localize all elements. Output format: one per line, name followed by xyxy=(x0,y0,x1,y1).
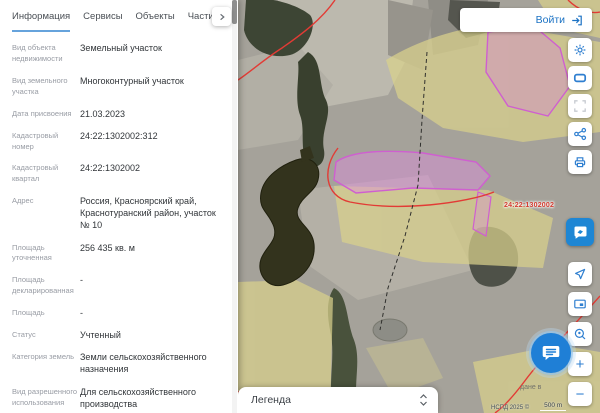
attribute-row: Статус Учтенный xyxy=(12,329,224,341)
chevron-right-icon xyxy=(219,13,225,20)
tab-scroll-right-button[interactable] xyxy=(212,7,231,26)
attribute-label: Вид разрешенного использования xyxy=(12,386,78,407)
find-parcel-button[interactable] xyxy=(568,322,592,346)
attribute-value: 24:22:1302002 xyxy=(80,163,141,174)
attribute-row: Вид разрешенного использования Для сельск… xyxy=(12,386,224,410)
legend-title: Легенда xyxy=(251,394,291,406)
attribute-row: Вид объекта недвижимости Земельный участо… xyxy=(12,42,224,65)
attribute-label: Вид земельного участка xyxy=(12,75,68,96)
map-place-label: дане в xyxy=(520,384,542,391)
chat-button[interactable] xyxy=(531,333,571,373)
chevron-up-down-icon xyxy=(420,394,427,406)
panel-scrollbar[interactable] xyxy=(232,0,237,413)
tab-bar: Информация Сервисы Объекты Части ЗУ Сост xyxy=(0,0,238,32)
map-bubble-icon xyxy=(574,226,587,239)
base-layer-button[interactable] xyxy=(568,66,592,90)
attribute-label: Дата присвоения xyxy=(12,108,72,118)
attribute-value: - xyxy=(80,275,83,286)
login-button[interactable]: Войти xyxy=(460,8,592,32)
tab-objects[interactable]: Объекты xyxy=(136,11,175,32)
attribute-row: Кадастровый квартал 24:22:1302002 xyxy=(12,162,224,185)
map-attribution: НСПД 2025 © xyxy=(491,405,530,411)
attribute-row: Площадь - xyxy=(12,307,224,319)
attribute-value: 21.03.2023 xyxy=(80,108,126,119)
app-window: Информация Сервисы Объекты Части ЗУ Сост… xyxy=(0,0,600,413)
attribute-value: Многоконтурный участок xyxy=(80,75,184,86)
attribute-label: Кадастровый номер xyxy=(12,130,59,151)
attribute-value: 24:22:1302002:312 xyxy=(80,130,158,141)
search-area-icon xyxy=(574,328,586,340)
zoom-in-label: + xyxy=(575,355,585,373)
settings-button[interactable] xyxy=(568,38,592,62)
attribute-value: Учтенный xyxy=(80,330,121,341)
zoom-in-button[interactable]: + xyxy=(568,352,592,376)
attribute-label: Площадь уточненная xyxy=(12,242,52,263)
map-scale-label: 500 m xyxy=(540,402,567,411)
map-notes-button[interactable] xyxy=(566,218,594,246)
attribute-label: Площадь xyxy=(12,308,45,318)
map-footer: НСПД 2025 © 500 m xyxy=(491,402,567,411)
login-arrow-icon xyxy=(572,15,582,25)
attribute-value: Для сельскохозяйственного производства xyxy=(80,386,196,409)
print-button[interactable] xyxy=(568,150,592,174)
login-label: Войти xyxy=(535,14,565,26)
attribute-label: Кадастровый квартал xyxy=(12,163,59,184)
locate-button[interactable] xyxy=(568,262,592,286)
tab-services[interactable]: Сервисы xyxy=(83,11,122,32)
attribute-row: Кадастровый номер 24:22:1302002:312 xyxy=(12,130,224,153)
attribute-row: Площадь уточненная 256 435 кв. м xyxy=(12,242,224,265)
chat-bubble-icon xyxy=(542,346,560,360)
pond-shape xyxy=(372,318,408,342)
fullscreen-icon xyxy=(574,100,586,112)
attribute-row: Категория земель Земли сельскохозяйственн… xyxy=(12,351,224,375)
card-icon xyxy=(573,73,587,83)
zoom-out-button[interactable]: − xyxy=(568,382,592,406)
minimap-icon xyxy=(574,299,586,309)
attribute-label: Адрес xyxy=(12,196,34,206)
attribute-list: Вид объекта недвижимости Земельный участо… xyxy=(0,32,238,413)
attribute-row: Вид земельного участка Многоконтурный уча… xyxy=(12,75,224,98)
attribute-label: Вид объекта недвижимости xyxy=(12,43,63,63)
attribute-value: Земельный участок xyxy=(80,43,162,53)
attribute-label: Статус xyxy=(12,330,36,340)
map-area[interactable]: 24:22:1302002 дане в Войти + − Легенда Н… xyxy=(238,0,600,413)
gear-icon xyxy=(574,44,586,56)
info-panel: Информация Сервисы Объекты Части ЗУ Сост… xyxy=(0,0,238,413)
share-icon xyxy=(574,127,587,141)
cadastral-quarter-label[interactable]: 24:22:1302002 xyxy=(504,202,554,209)
attribute-label: Площадь декларированная xyxy=(12,275,74,296)
scrollbar-thumb[interactable] xyxy=(232,0,237,24)
share-button[interactable] xyxy=(568,122,592,146)
attribute-value: Россия, Красноярский край, Краснотуранск… xyxy=(80,196,216,231)
zoom-out-label: − xyxy=(575,385,585,403)
attribute-row: Дата присвоения 21.03.2023 xyxy=(12,108,224,120)
overview-map-button[interactable] xyxy=(568,292,592,316)
attribute-row: Площадь декларированная - xyxy=(12,274,224,297)
attribute-value: 256 435 кв. м xyxy=(80,242,135,253)
attribute-label: Категория земель xyxy=(12,352,75,362)
attribute-value: - xyxy=(80,308,83,319)
tab-information[interactable]: Информация xyxy=(12,11,71,32)
attribute-row: Адрес Россия, Красноярский край, Красноту… xyxy=(12,195,224,231)
fullscreen-button[interactable] xyxy=(568,94,592,118)
attribute-value: Земли сельскохозяйственного назначения xyxy=(80,352,207,375)
legend-bar[interactable]: Легенда xyxy=(238,387,438,413)
printer-icon xyxy=(574,157,586,168)
navigation-arrow-icon xyxy=(575,268,586,280)
legend-collapse-control[interactable] xyxy=(419,393,428,407)
